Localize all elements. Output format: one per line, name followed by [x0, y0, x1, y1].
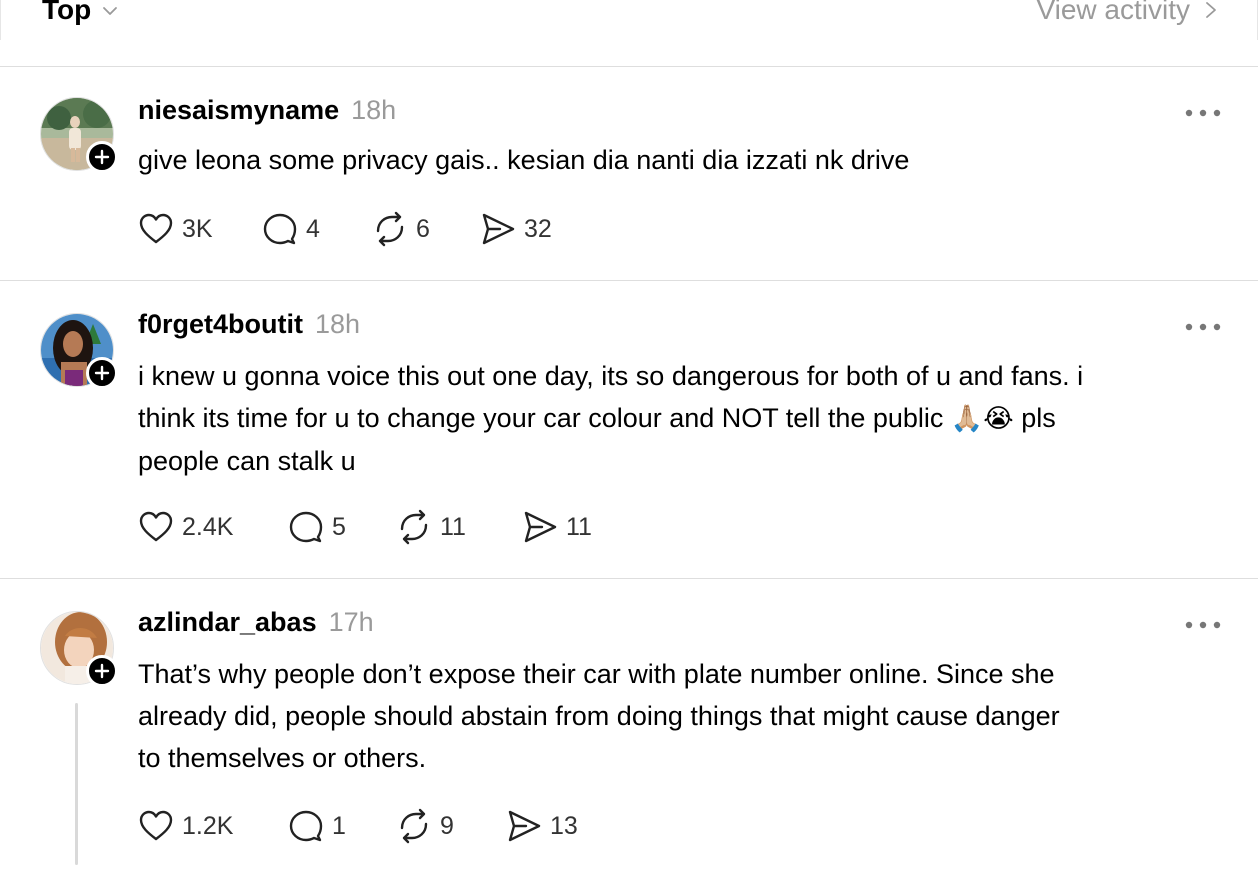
share-count: 11: [566, 512, 592, 541]
send-icon: [508, 810, 541, 842]
repost-count: 6: [416, 214, 430, 243]
sort-dropdown[interactable]: Top: [42, 0, 119, 26]
reply-count: 1: [332, 811, 346, 840]
more-dots-icon[interactable]: [1184, 615, 1222, 635]
reply-button[interactable]: 1: [288, 808, 346, 844]
emoji: 🙏🏼😭: [950, 404, 1014, 434]
heart-icon: [139, 213, 173, 244]
reply-post: f0rget4boutit 18h i knew u gonna voice t…: [0, 281, 1258, 579]
reply-count: 5: [332, 512, 346, 541]
comment-icon: [289, 511, 323, 543]
share-button[interactable]: 11: [522, 509, 592, 545]
repost-count: 11: [440, 512, 466, 541]
repost-button[interactable]: 6: [372, 211, 430, 247]
post-text-line: to themselves or others.: [138, 743, 427, 773]
reply-count: 4: [306, 214, 320, 243]
post-meta: niesaismyname 18h: [138, 95, 396, 126]
reply-post: azlindar_abas 17h That’s why people don’…: [0, 579, 1258, 874]
repost-count: 9: [440, 811, 454, 840]
share-button[interactable]: 13: [506, 808, 578, 844]
timestamp: 18h: [315, 309, 361, 339]
plus-icon: [94, 149, 110, 165]
send-icon: [482, 213, 515, 245]
replies-header: Top View activity: [0, 0, 1258, 67]
timestamp: 17h: [328, 607, 374, 637]
post-text: give leona some privacy gais.. kesian di…: [138, 145, 910, 175]
sort-label: Top: [42, 0, 92, 25]
repost-icon: [376, 211, 404, 247]
chevron-right-icon: [1206, 2, 1216, 18]
username[interactable]: niesaismyname: [138, 95, 339, 126]
post-meta: f0rget4boutit 18h: [138, 309, 360, 340]
post-text-line: i knew u gonna voice this out one day, i…: [138, 361, 1084, 391]
heart-icon: [139, 810, 173, 841]
send-icon: [524, 511, 557, 543]
like-button[interactable]: 1.2K: [138, 808, 233, 844]
thread-replies-view: Top View activity niesaismyname 18h give…: [0, 0, 1258, 874]
plus-icon: [94, 365, 110, 381]
username[interactable]: f0rget4boutit: [138, 309, 303, 340]
plus-icon: [94, 663, 110, 679]
post-text-line: think its time for u to change your car …: [138, 397, 1228, 440]
comment-icon: [263, 213, 297, 245]
repost-button[interactable]: 11: [396, 509, 466, 545]
repost-icon: [400, 509, 428, 545]
share-button[interactable]: 32: [480, 211, 552, 247]
timestamp: 18h: [351, 95, 397, 125]
like-button[interactable]: 2.4K: [138, 509, 233, 545]
post-text: i knew u gonna voice this out one day, i…: [138, 355, 1228, 482]
like-count: 3K: [182, 214, 213, 243]
heart-icon: [139, 511, 173, 542]
view-activity-link[interactable]: View activity: [1036, 0, 1218, 26]
share-count: 32: [524, 214, 552, 243]
post-text-line: people can stalk u: [138, 446, 356, 476]
share-count: 13: [550, 811, 578, 840]
post-text-line: already did, people should abstain from …: [138, 701, 1060, 731]
follow-button[interactable]: [86, 655, 118, 687]
follow-button[interactable]: [86, 357, 118, 389]
username[interactable]: azlindar_abas: [138, 607, 317, 638]
view-activity-label: View activity: [1036, 0, 1190, 25]
post-meta: azlindar_abas 17h: [138, 607, 374, 638]
comment-icon: [289, 810, 323, 842]
post-text-line: That’s why people don’t expose their car…: [138, 659, 1055, 689]
more-dots-icon[interactable]: [1184, 103, 1222, 123]
avatar-container: [40, 611, 118, 687]
like-count: 2.4K: [182, 512, 234, 541]
follow-button[interactable]: [86, 141, 118, 173]
like-count: 1.2K: [182, 811, 234, 840]
reply-post: niesaismyname 18h give leona some privac…: [0, 67, 1258, 281]
like-button[interactable]: 3K: [138, 211, 213, 247]
thread-line: [75, 703, 78, 865]
repost-button[interactable]: 9: [396, 808, 454, 844]
more-dots-icon[interactable]: [1184, 317, 1222, 337]
reply-button[interactable]: 5: [288, 509, 346, 545]
avatar-container: [40, 313, 118, 389]
chevron-down-icon: [103, 7, 118, 15]
repost-icon: [400, 808, 428, 844]
avatar-container: [40, 97, 118, 173]
reply-button[interactable]: 4: [262, 211, 320, 247]
post-text: That’s why people don’t expose their car…: [138, 653, 1228, 779]
